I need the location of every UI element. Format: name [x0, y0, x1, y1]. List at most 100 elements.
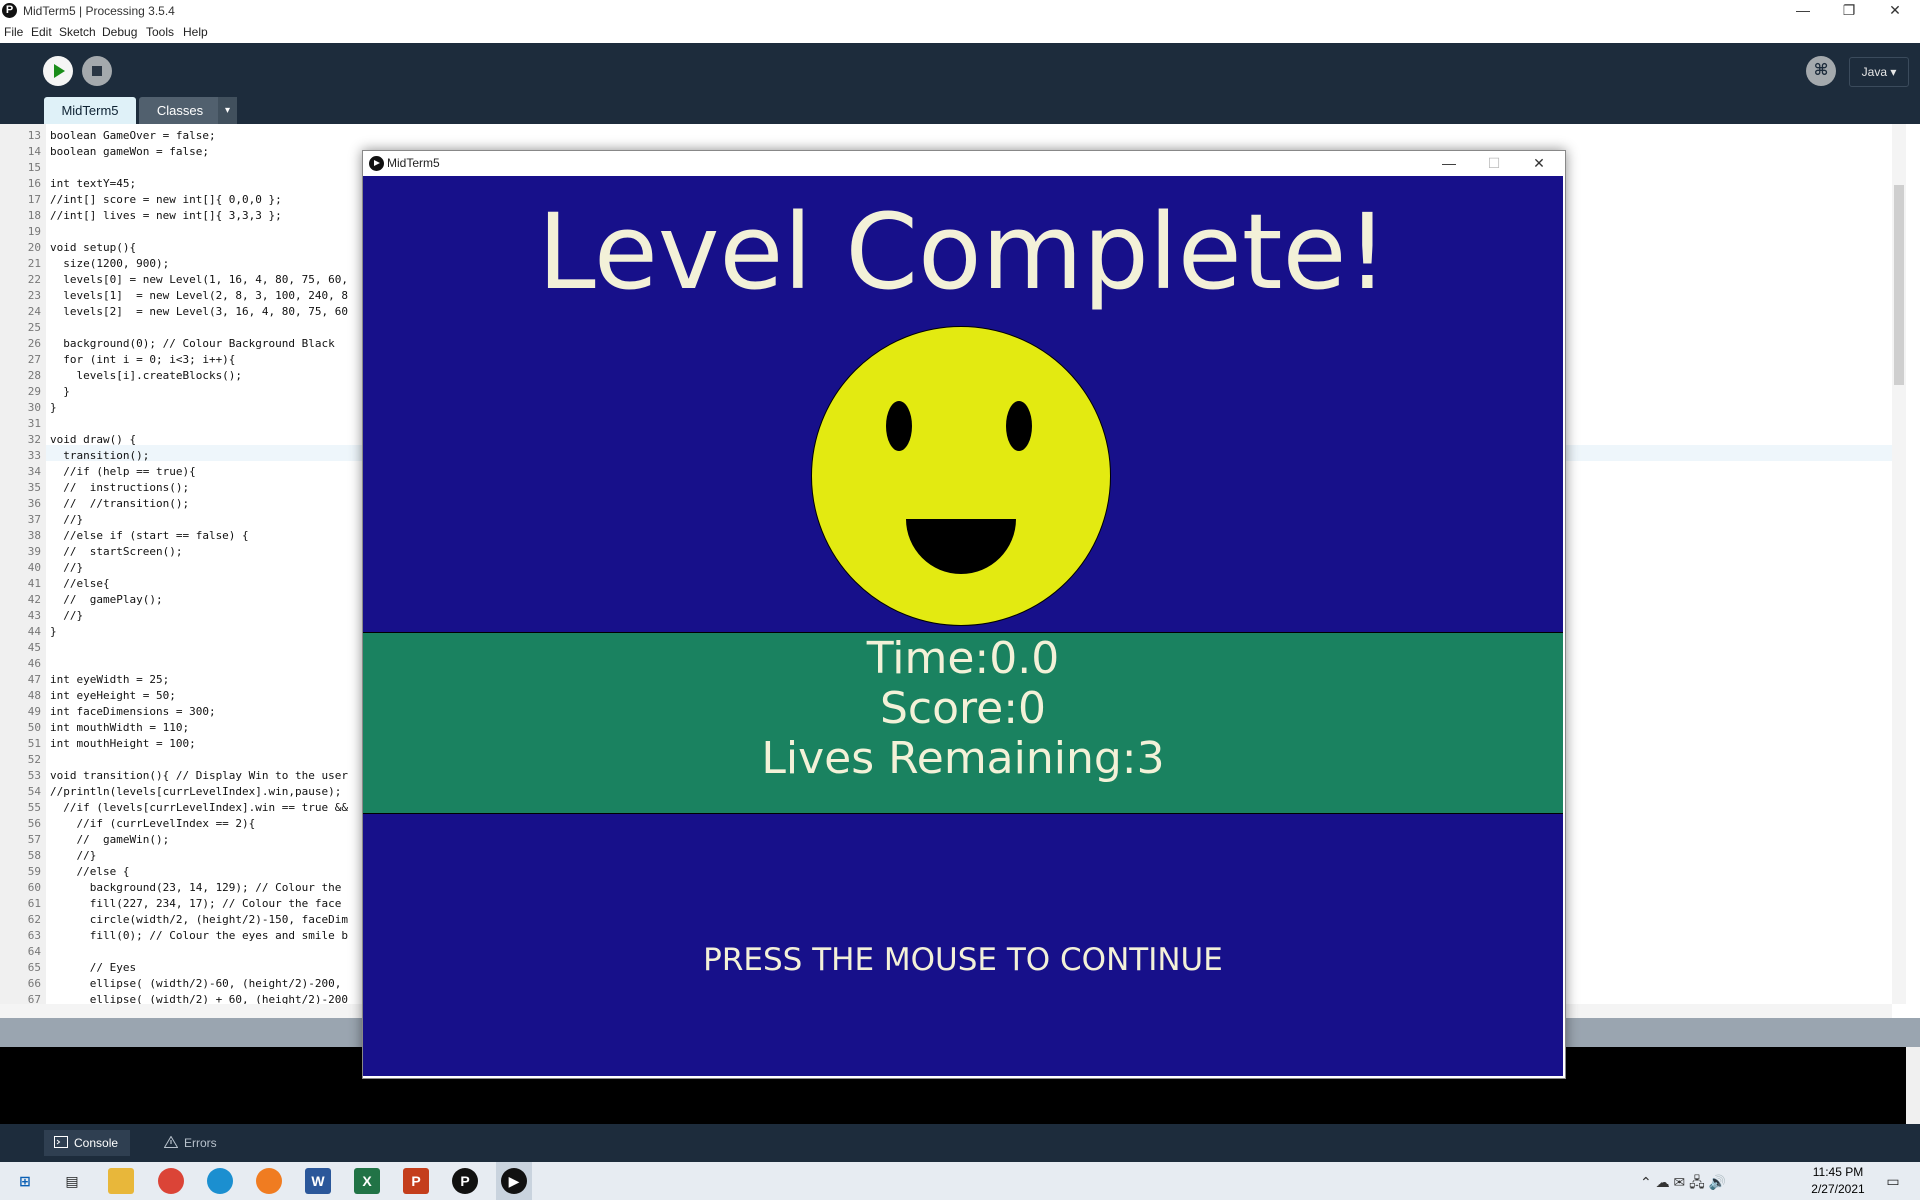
line-number: 59	[27, 865, 41, 878]
line-number: 54	[27, 785, 41, 798]
line-number: 38	[27, 529, 41, 542]
sketch-close-button[interactable]: ✕	[1519, 153, 1559, 175]
console-tab-label: Console	[74, 1136, 119, 1150]
line-number: 50	[27, 721, 41, 734]
notifications-icon[interactable]: ▭	[1880, 1168, 1906, 1194]
word-icon[interactable]: W	[305, 1168, 331, 1194]
time-text: Time:0.0	[866, 633, 1060, 684]
line-number: 44	[27, 625, 41, 638]
system-tray-icons[interactable]: ⌃ ☁ ✉ 🖧 🔊	[1640, 1172, 1726, 1196]
task-view-icon[interactable]: ▤	[59, 1168, 85, 1194]
line-number: 37	[27, 513, 41, 526]
menu-edit[interactable]: Edit	[31, 25, 52, 39]
debugger-button[interactable]: ⌘	[1806, 56, 1836, 86]
processing-logo-icon: P	[2, 3, 17, 18]
warning-icon	[164, 1136, 178, 1148]
code-line: // gamePlay();	[50, 593, 163, 606]
tab-midterm5[interactable]: MidTerm5	[44, 97, 136, 124]
menu-tools[interactable]: Tools	[146, 25, 174, 39]
menu-help[interactable]: Help	[183, 25, 208, 39]
windows-start-icon[interactable]: ⊞	[12, 1168, 38, 1194]
line-number-gutter: 13 14 15 16 17 18 19 20 21 22 23 24 25 26 27 28 29 30 31 32…	[0, 124, 46, 1006]
line-number: 45	[27, 641, 41, 654]
line-number: 35	[27, 481, 41, 494]
console-tab[interactable]: Console	[44, 1130, 131, 1156]
line-number: 64	[27, 945, 41, 958]
line-number: 40	[27, 561, 41, 574]
left-eye	[886, 401, 912, 451]
code-line: //if (levels[currLevelIndex].win == true…	[50, 801, 349, 814]
code-line: //println(levels[currLevelIndex].win,pau…	[50, 785, 342, 798]
line-number: 42	[27, 593, 41, 606]
code-line: levels[i].createBlocks();	[50, 369, 243, 382]
play-icon	[54, 64, 65, 78]
line-number: 65	[27, 961, 41, 974]
minimize-button[interactable]: —	[1780, 0, 1826, 22]
tab-classes[interactable]: Classes	[139, 97, 221, 124]
code-line: int textY=45;	[50, 177, 137, 190]
restore-button[interactable]: ❐	[1826, 0, 1872, 22]
line-number: 32	[27, 433, 41, 446]
processing-icon[interactable]: P	[452, 1168, 478, 1194]
close-button[interactable]: ✕	[1872, 0, 1918, 22]
stats-panel: Time:0.0 Score:0 Lives Remaining:3	[363, 632, 1563, 814]
java-sketch-icon[interactable]: ▶	[501, 1168, 527, 1194]
code-line: levels[1] = new Level(2, 8, 3, 100, 240,…	[50, 289, 349, 302]
code-line: int eyeWidth = 25;	[50, 673, 170, 686]
code-line: //}	[50, 561, 84, 574]
line-number: 41	[27, 577, 41, 590]
code-line: //if (help == true){	[50, 465, 196, 478]
run-button[interactable]	[43, 56, 73, 86]
line-number: 30	[27, 401, 41, 414]
console-scrollbar[interactable]	[1906, 1047, 1920, 1124]
code-line: boolean gameWon = false;	[50, 145, 209, 158]
menu-file[interactable]: File	[4, 25, 23, 39]
line-number: 46	[27, 657, 41, 670]
code-line: int faceDimensions = 300;	[50, 705, 216, 718]
tab-menu-button[interactable]: ▾	[218, 97, 237, 124]
code-line: //else if (start == false) {	[50, 529, 249, 542]
menu-debug[interactable]: Debug	[102, 25, 137, 39]
line-number: 62	[27, 913, 41, 926]
edge-icon[interactable]	[207, 1168, 233, 1194]
line-number: 34	[27, 465, 41, 478]
line-number: 29	[27, 385, 41, 398]
sketch-play-icon	[369, 156, 384, 171]
clock-time[interactable]: 11:45 PM	[1808, 1165, 1868, 1179]
line-number: 61	[27, 897, 41, 910]
sketch-window[interactable]: MidTerm5 — ☐ ✕ Level Complete! Time:0.0 …	[362, 150, 1566, 1079]
clock-date[interactable]: 2/27/2021	[1808, 1182, 1868, 1196]
code-line: boolean GameOver = false;	[50, 129, 216, 142]
sketch-title-bar[interactable]: MidTerm5 — ☐ ✕	[363, 151, 1565, 176]
code-line: //}	[50, 849, 97, 862]
line-number: 43	[27, 609, 41, 622]
firefox-icon[interactable]	[256, 1168, 282, 1194]
code-line: levels[2] = new Level(3, 16, 4, 80, 75, …	[50, 305, 349, 318]
file-explorer-icon[interactable]	[108, 1168, 134, 1194]
chrome-icon[interactable]	[158, 1168, 184, 1194]
powerpoint-icon[interactable]: P	[403, 1168, 429, 1194]
code-line: fill(0); // Colour the eyes and smile b	[50, 929, 349, 942]
line-number: 17	[27, 193, 41, 206]
excel-icon[interactable]: X	[354, 1168, 380, 1194]
line-number: 28	[27, 369, 41, 382]
sketch-maximize-button[interactable]: ☐	[1474, 153, 1514, 175]
code-line: void draw() {	[50, 433, 137, 446]
continue-prompt: PRESS THE MOUSE TO CONTINUE	[703, 942, 1223, 978]
line-number: 48	[27, 689, 41, 702]
line-number: 27	[27, 353, 41, 366]
errors-tab[interactable]: Errors	[154, 1130, 229, 1156]
code-line: size(1200, 900);	[50, 257, 170, 270]
stop-button[interactable]	[82, 56, 112, 86]
sketch-minimize-button[interactable]: —	[1429, 153, 1469, 175]
code-line: //else {	[50, 865, 130, 878]
line-number: 21	[27, 257, 41, 270]
mode-selector[interactable]: Java ▾	[1849, 57, 1909, 87]
sketch-canvas[interactable]: Level Complete! Time:0.0 Score:0 Lives R…	[363, 176, 1563, 1076]
editor-scroll-thumb[interactable]	[1894, 185, 1904, 385]
toolbar: ⌘ Java ▾	[0, 43, 1920, 100]
code-line: void transition(){ // Display Win to the…	[50, 769, 349, 782]
code-line: transition();	[50, 449, 150, 462]
line-number: 52	[27, 753, 41, 766]
menu-sketch[interactable]: Sketch	[59, 25, 96, 39]
